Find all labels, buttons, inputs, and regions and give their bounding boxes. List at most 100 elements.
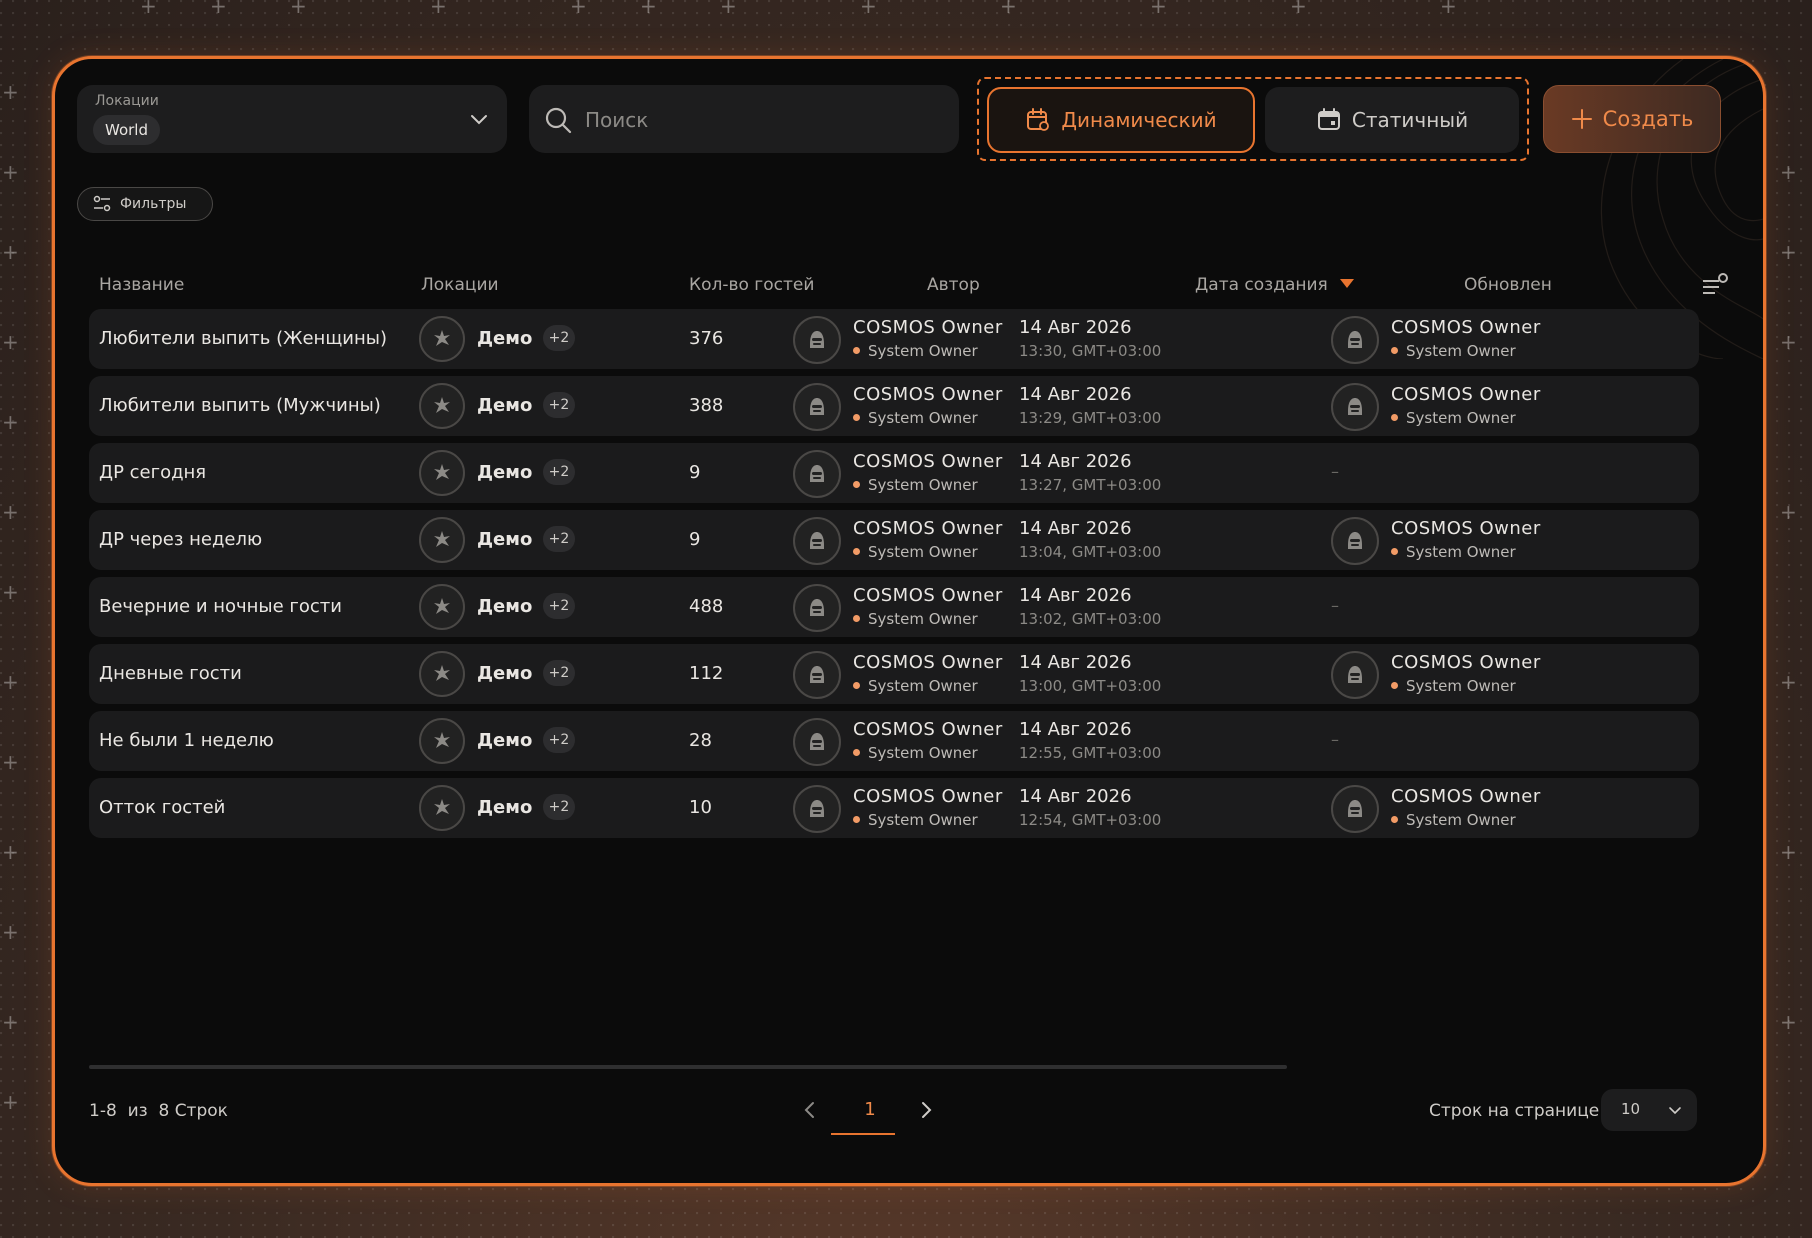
updater-role: System Owner xyxy=(1391,677,1516,695)
dynamic-mode-button[interactable]: Динамический xyxy=(987,87,1255,153)
page-number[interactable]: 1 xyxy=(847,1099,893,1120)
updater-role-text: System Owner xyxy=(1406,409,1516,427)
author-avatar xyxy=(793,316,841,364)
header-created[interactable]: Дата создания xyxy=(1195,275,1354,295)
author-avatar xyxy=(793,517,841,565)
location-more-badge[interactable]: +2 xyxy=(543,660,575,686)
guest-count: 28 xyxy=(689,730,712,751)
static-mode-button[interactable]: Статичный xyxy=(1265,87,1519,153)
chevron-down-icon[interactable] xyxy=(469,109,489,129)
location-avatar xyxy=(419,584,465,630)
table-row[interactable]: Любители выпить (Женщины) Демо +2 376 COSMOS… xyxy=(89,309,1699,369)
search-input[interactable] xyxy=(583,99,947,141)
author-role: System Owner xyxy=(853,543,978,561)
segments-panel: Локации World Поиск Динамический Статичн… xyxy=(52,56,1766,1186)
location-select[interactable]: Локации World xyxy=(77,85,507,153)
author-name: COSMOS Owner xyxy=(853,719,1003,740)
updater-role-text: System Owner xyxy=(1406,677,1516,695)
active-page-indicator xyxy=(831,1133,895,1135)
updater-role: System Owner xyxy=(1391,811,1516,829)
header-updated[interactable]: Обновлен xyxy=(1464,275,1552,295)
header-author[interactable]: Автор xyxy=(927,275,980,295)
location-more-badge[interactable]: +2 xyxy=(543,593,575,619)
rows-per-page-label: Строк на странице xyxy=(1429,1101,1600,1121)
table-row[interactable]: ДР сегодня Демо +2 9 COSMOS Owner System Owne… xyxy=(89,443,1699,503)
user-avatar-icon xyxy=(810,599,824,616)
author-name: COSMOS Owner xyxy=(853,384,1003,405)
segments-table-body: Любители выпить (Женщины) Демо +2 376 COSMOS… xyxy=(89,309,1699,845)
location-avatar-icon xyxy=(434,799,450,815)
updater-name: COSMOS Owner xyxy=(1391,317,1541,338)
updated-empty: – xyxy=(1331,730,1339,749)
user-avatar-icon xyxy=(1348,331,1362,348)
guest-count: 376 xyxy=(689,328,724,349)
create-button[interactable]: Создать xyxy=(1543,85,1721,153)
table-row[interactable]: Отток гостей Демо +2 10 COSMOS Owner System O… xyxy=(89,778,1699,838)
location-avatar xyxy=(419,316,465,362)
created-time: 13:29, GMT+03:00 xyxy=(1019,409,1162,427)
user-avatar-icon xyxy=(810,800,824,817)
segment-name[interactable]: Не были 1 неделю xyxy=(99,730,274,751)
author-role-text: System Owner xyxy=(868,811,978,829)
segment-name[interactable]: Вечерние и ночные гости xyxy=(99,596,342,617)
created-time: 13:30, GMT+03:00 xyxy=(1019,342,1162,360)
author-role: System Owner xyxy=(853,811,978,829)
location-avatar-icon xyxy=(434,464,450,480)
header-name[interactable]: Название xyxy=(99,275,184,295)
table-row[interactable]: Дневные гости Демо +2 112 COSMOS Owner System… xyxy=(89,644,1699,704)
segment-name[interactable]: Дневные гости xyxy=(99,663,242,684)
location-avatar-icon xyxy=(434,397,450,413)
author-avatar xyxy=(793,785,841,833)
author-name: COSMOS Owner xyxy=(853,786,1003,807)
table-row[interactable]: Не были 1 неделю Демо +2 28 COSMOS Owner Syst… xyxy=(89,711,1699,771)
location-more-badge[interactable]: +2 xyxy=(543,794,575,820)
chevron-right-icon[interactable] xyxy=(915,1099,937,1121)
guest-count: 10 xyxy=(689,797,712,818)
header-locations[interactable]: Локации xyxy=(421,275,499,295)
user-avatar-icon xyxy=(810,733,824,750)
created-date: 14 Авг 2026 xyxy=(1019,585,1132,606)
header-guests[interactable]: Кол-во гостей xyxy=(689,275,814,295)
create-label: Создать xyxy=(1602,107,1694,131)
role-dot xyxy=(853,682,860,689)
column-settings-icon[interactable] xyxy=(1701,271,1731,301)
guest-count: 488 xyxy=(689,596,724,617)
role-dot xyxy=(853,749,860,756)
horizontal-scrollbar[interactable] xyxy=(89,1065,1287,1069)
segment-name[interactable]: Любители выпить (Мужчины) xyxy=(99,395,381,416)
segment-type-toggle: Динамический Статичный xyxy=(977,77,1529,161)
created-time: 13:04, GMT+03:00 xyxy=(1019,543,1162,561)
role-dot xyxy=(1391,548,1398,555)
table-row[interactable]: Вечерние и ночные гости Демо +2 488 COSMOS O… xyxy=(89,577,1699,637)
author-avatar xyxy=(793,450,841,498)
user-avatar-icon xyxy=(1348,666,1362,683)
author-role-text: System Owner xyxy=(868,610,978,628)
updater-avatar xyxy=(1331,383,1379,431)
segment-name[interactable]: ДР через неделю xyxy=(99,529,262,550)
location-more-badge[interactable]: +2 xyxy=(543,392,575,418)
author-role: System Owner xyxy=(853,409,978,427)
location-chip[interactable]: World xyxy=(93,115,160,145)
location-avatar xyxy=(419,785,465,831)
location-avatar xyxy=(419,718,465,764)
created-date: 14 Авг 2026 xyxy=(1019,317,1132,338)
segment-name[interactable]: Отток гостей xyxy=(99,797,225,818)
location-more-badge[interactable]: +2 xyxy=(543,325,575,351)
table-row[interactable]: Любители выпить (Мужчины) Демо +2 388 COSMOS… xyxy=(89,376,1699,436)
updater-role-text: System Owner xyxy=(1406,342,1516,360)
filters-button[interactable]: Фильтры xyxy=(77,187,213,221)
location-more-badge[interactable]: +2 xyxy=(543,526,575,552)
static-mode-label: Статичный xyxy=(1351,108,1469,132)
location-more-badge[interactable]: +2 xyxy=(543,459,575,485)
author-avatar xyxy=(793,651,841,699)
sort-desc-icon[interactable] xyxy=(1339,279,1354,288)
segment-name[interactable]: ДР сегодня xyxy=(99,462,206,483)
author-role: System Owner xyxy=(853,342,978,360)
rows-per-page-select[interactable]: 10 xyxy=(1601,1089,1697,1131)
chevron-left-icon[interactable] xyxy=(799,1099,821,1121)
table-row[interactable]: ДР через неделю Демо +2 9 COSMOS Owner System… xyxy=(89,510,1699,570)
location-more-badge[interactable]: +2 xyxy=(543,727,575,753)
author-role-text: System Owner xyxy=(868,409,978,427)
search-box[interactable] xyxy=(529,85,959,153)
segment-name[interactable]: Любители выпить (Женщины) xyxy=(99,328,387,349)
